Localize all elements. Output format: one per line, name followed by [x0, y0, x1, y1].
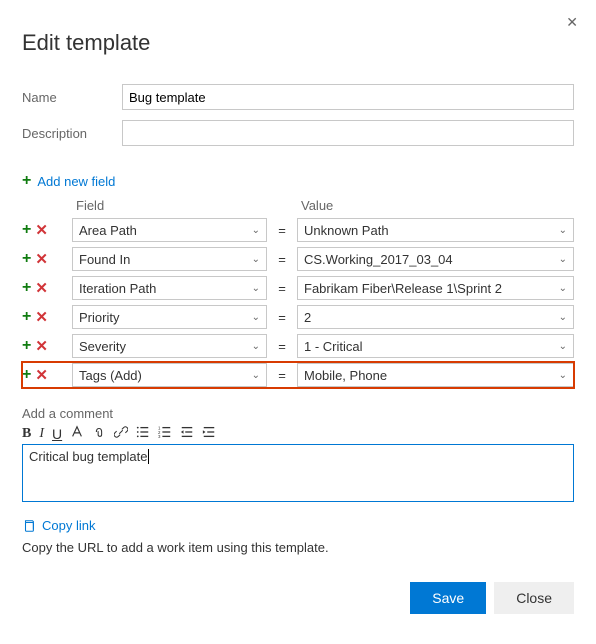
- field-value: Priority: [79, 310, 119, 325]
- chevron-down-icon: ⌄: [559, 370, 567, 381]
- remove-row-icon[interactable]: ✕: [35, 308, 48, 326]
- field-value: Found In: [79, 252, 130, 267]
- value-text: Unknown Path: [304, 223, 389, 238]
- field-dropdown[interactable]: Found In ⌄: [72, 247, 267, 271]
- bullet-list-icon[interactable]: [136, 425, 150, 442]
- field-row: +✕Iteration Path⌄=Fabrikam Fiber\Release…: [22, 275, 574, 301]
- field-row: +✕Priority⌄=2⌄: [22, 304, 574, 330]
- name-label: Name: [22, 90, 122, 105]
- description-label: Description: [22, 126, 122, 141]
- copy-link-description: Copy the URL to add a work item using th…: [22, 540, 574, 555]
- add-new-field-button[interactable]: + Add new field: [22, 172, 115, 190]
- chevron-down-icon: ⌄: [252, 312, 260, 323]
- field-row: +✕ Found In ⌄ = CS.Working_2017_03_04 ⌄: [22, 246, 574, 272]
- chevron-down-icon: ⌄: [252, 225, 260, 236]
- field-value: Area Path: [79, 223, 137, 238]
- svg-text:3: 3: [158, 434, 161, 439]
- column-header-value: Value: [297, 198, 574, 213]
- field-row: +✕ Severity ⌄ = 1 - Critical ⌄: [22, 333, 574, 359]
- field-dropdown[interactable]: Severity ⌄: [72, 334, 267, 358]
- value-dropdown[interactable]: Fabrikam Fiber\Release 1\Sprint 2 ⌄: [297, 276, 574, 300]
- value-dropdown[interactable]: 2⌄: [297, 305, 574, 329]
- equals-label: =: [267, 281, 297, 296]
- add-row-icon[interactable]: +: [22, 366, 31, 384]
- remove-row-icon[interactable]: ✕: [35, 279, 48, 297]
- copy-link-button[interactable]: Copy link: [22, 518, 95, 533]
- remove-row-icon[interactable]: ✕: [35, 366, 48, 384]
- plus-icon: +: [22, 172, 31, 190]
- field-dropdown[interactable]: Priority ⌄: [72, 305, 267, 329]
- add-row-icon[interactable]: +: [22, 337, 31, 355]
- save-button[interactable]: Save: [410, 582, 486, 614]
- link-icon[interactable]: [114, 425, 128, 442]
- bold-button[interactable]: B: [22, 426, 31, 442]
- value-text: Mobile, Phone: [304, 368, 387, 383]
- chevron-down-icon: ⌄: [559, 283, 567, 294]
- name-input[interactable]: [122, 84, 574, 110]
- close-button[interactable]: Close: [494, 582, 574, 614]
- chevron-down-icon: ⌄: [559, 254, 567, 265]
- chevron-down-icon: ⌄: [252, 254, 260, 265]
- add-row-icon[interactable]: +: [22, 308, 31, 326]
- value-text: 1 - Critical: [304, 339, 363, 354]
- field-row: +✕ Area Path ⌄ = Unknown Path ⌄: [22, 217, 574, 243]
- field-dropdown[interactable]: Tags (Add) ⌄: [72, 363, 267, 387]
- value-text: CS.Working_2017_03_04: [304, 252, 453, 267]
- equals-label: =: [267, 310, 297, 325]
- remove-row-icon[interactable]: ✕: [35, 221, 48, 239]
- clip-icon[interactable]: [92, 425, 106, 442]
- chevron-down-icon: ⌄: [252, 283, 260, 294]
- field-value: Severity: [79, 339, 126, 354]
- field-dropdown[interactable]: Iteration Path ⌄: [72, 276, 267, 300]
- value-text: Fabrikam Fiber\Release 1\Sprint 2: [304, 281, 502, 296]
- copy-link-label: Copy link: [42, 518, 95, 533]
- page-title: Edit template: [22, 30, 574, 56]
- value-dropdown[interactable]: CS.Working_2017_03_04 ⌄: [297, 247, 574, 271]
- add-row-icon[interactable]: +: [22, 279, 31, 297]
- formatting-toolbar: B I U 123: [22, 425, 574, 442]
- equals-label: =: [267, 339, 297, 354]
- equals-label: =: [267, 223, 297, 238]
- indent-icon[interactable]: [202, 425, 216, 442]
- copy-icon: [22, 519, 36, 533]
- field-dropdown[interactable]: Area Path ⌄: [72, 218, 267, 242]
- column-header-field: Field: [72, 198, 267, 213]
- remove-row-icon[interactable]: ✕: [35, 337, 48, 355]
- underline-button[interactable]: U: [52, 426, 62, 442]
- value-dropdown[interactable]: Mobile, Phone ⌄: [297, 363, 574, 387]
- italic-button[interactable]: I: [39, 426, 44, 442]
- add-row-icon[interactable]: +: [22, 221, 31, 239]
- add-new-field-label: Add new field: [37, 174, 115, 189]
- numbered-list-icon[interactable]: 123: [158, 425, 172, 442]
- close-icon[interactable]: ✕: [566, 14, 578, 31]
- equals-label: =: [267, 252, 297, 267]
- value-text: 2: [304, 310, 311, 325]
- chevron-down-icon: ⌄: [559, 341, 567, 352]
- field-value: Tags (Add): [79, 368, 142, 383]
- chevron-down-icon: ⌄: [559, 312, 567, 323]
- chevron-down-icon: ⌄: [559, 225, 567, 236]
- description-input[interactable]: [122, 120, 574, 146]
- remove-row-icon[interactable]: ✕: [35, 250, 48, 268]
- font-button[interactable]: [70, 425, 84, 442]
- equals-label: =: [267, 368, 297, 383]
- chevron-down-icon: ⌄: [252, 370, 260, 381]
- field-row: +✕ Tags (Add) ⌄ = Mobile, Phone ⌄: [22, 362, 574, 388]
- add-row-icon[interactable]: +: [22, 250, 31, 268]
- value-dropdown[interactable]: Unknown Path ⌄: [297, 218, 574, 242]
- chevron-down-icon: ⌄: [252, 341, 260, 352]
- value-dropdown[interactable]: 1 - Critical ⌄: [297, 334, 574, 358]
- field-value: Iteration Path: [79, 281, 156, 296]
- comment-input[interactable]: Critical bug template​: [22, 444, 574, 502]
- outdent-icon[interactable]: [180, 425, 194, 442]
- comment-label: Add a comment: [22, 406, 574, 421]
